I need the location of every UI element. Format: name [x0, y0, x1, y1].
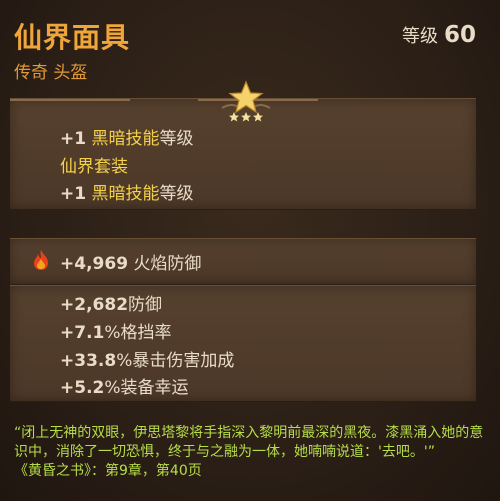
item-rarity-slot: 传奇 头盔 — [14, 63, 88, 83]
stat-label: %暴击伤害加成 — [116, 351, 235, 371]
bonus-prefix: +1 — [60, 184, 87, 204]
stat-label: 防御 — [128, 295, 163, 315]
bonus-skill: 黑暗技能 — [91, 129, 160, 149]
level-value: 60 — [443, 22, 476, 48]
lore-source: 《黄昏之书》：第9章，第40页 — [14, 463, 202, 479]
stat-row: +2,682防御 — [60, 290, 162, 315]
stat-value: +33.8 — [60, 351, 117, 371]
skill-bonus-row: +1 黑暗技能等级 — [60, 179, 193, 204]
star-icon — [218, 78, 274, 124]
stat-value: +7.1 — [60, 323, 105, 343]
stat-value: +5.2 — [60, 378, 105, 398]
fire-icon — [32, 249, 50, 275]
bonus-suffix: 等级 — [159, 129, 194, 149]
stat-row: +33.8%暴击伤害加成 — [60, 346, 234, 371]
lore-text-block: “闭上无神的双眼，伊思塔黎将手指深入黎明前最深的黑夜。漆黑涌入她的意识中，消除了… — [14, 424, 484, 481]
lore-quote: “闭上无神的双眼，伊思塔黎将手指深入黎明前最深的黑夜。漆黑涌入她的意识中，消除了… — [14, 425, 484, 460]
item-level: 等级 60 — [402, 22, 476, 48]
set-name: 仙界套装 — [60, 157, 128, 177]
bonus-suffix: 等级 — [159, 184, 194, 204]
fire-defense-row: +4,969 火焰防御 — [60, 249, 201, 274]
fire-defense-label: 火焰防御 — [133, 254, 202, 274]
stat-value: +2,682 — [60, 295, 129, 315]
level-label: 等级 — [401, 26, 438, 47]
fire-defense-value: +4,969 — [60, 254, 129, 274]
stat-label: %装备幸运 — [104, 378, 189, 398]
bonus-prefix: +1 — [60, 129, 87, 149]
stat-row: +7.1%格挡率 — [60, 318, 172, 343]
bonus-skill: 黑暗技能 — [91, 184, 160, 204]
stat-label: %格挡率 — [104, 323, 172, 343]
item-name: 仙界面具 — [14, 21, 131, 54]
skill-bonus-row: +1 黑暗技能等级 — [60, 124, 193, 149]
stat-row: +5.2%装备幸运 — [60, 373, 189, 398]
